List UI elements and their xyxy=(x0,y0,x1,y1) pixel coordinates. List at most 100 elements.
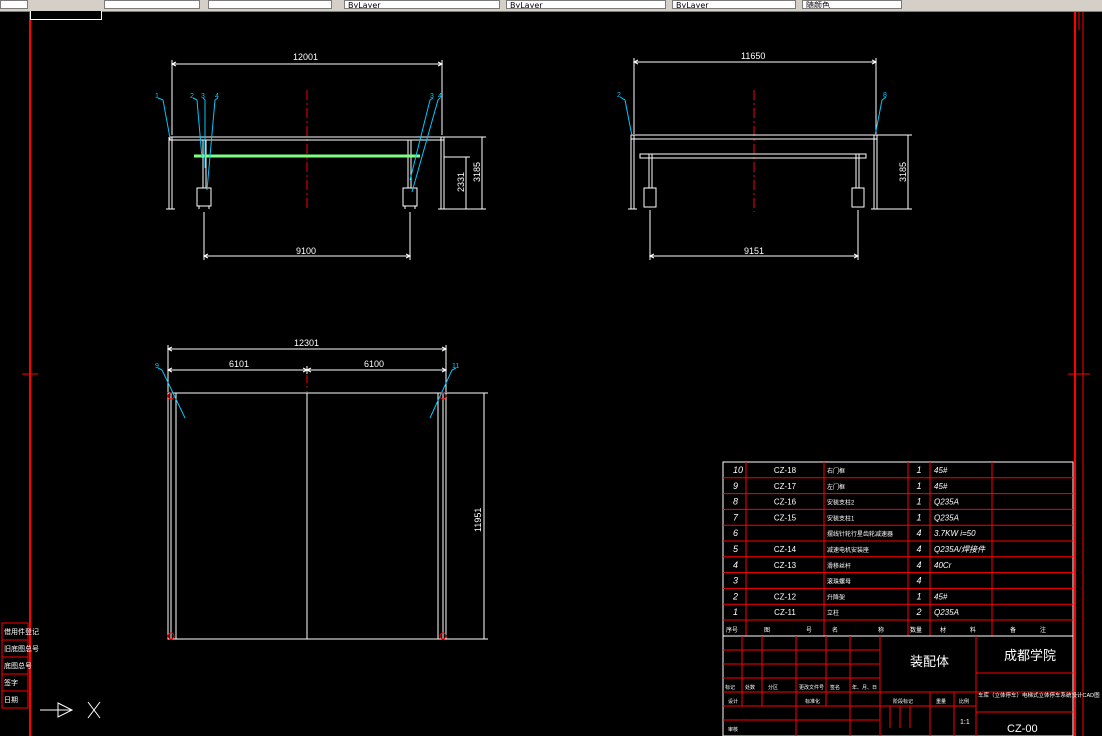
bom-header-cell: 序号 xyxy=(726,626,738,634)
front-view-leaders xyxy=(157,97,441,193)
bom-cell-name: 滚珠螺母 xyxy=(827,578,851,586)
bom-rows: 10 CZ-18 右门框 1 45# 9 CZ-17 左门框 1 45# 8 CZ-16 安装支柱2 1 Q… xyxy=(726,465,1046,634)
bom-cell-material: 40Cr xyxy=(934,561,952,570)
bom-header-cell: 称 xyxy=(878,626,884,634)
plan-view[interactable] xyxy=(166,345,488,640)
toolbar-lineweight-field[interactable]: ByLayer xyxy=(672,0,796,9)
tb-label-weight: 重量 xyxy=(936,698,946,705)
bom-header-cell: 数量 xyxy=(910,626,922,634)
bom-cell-code: CZ-15 xyxy=(774,513,797,522)
bom-cell-name: 安装支柱2 xyxy=(827,499,855,507)
title-drawing-name: 装配体 xyxy=(910,654,949,669)
bom-cell-code: CZ-11 xyxy=(774,608,796,617)
bom-cell-code: CZ-12 xyxy=(774,592,797,601)
tb-label-date: 年、月、日 xyxy=(852,684,877,691)
bom-header-cell: 备 xyxy=(1010,626,1016,634)
bom-cell-qty: 4 xyxy=(916,528,921,538)
side-dim-span: 9151 xyxy=(744,246,764,256)
left-strip-label-0: 借用件登记 xyxy=(4,627,39,636)
balloon-side-8: 8 xyxy=(883,92,887,99)
toolbar-field-0[interactable] xyxy=(0,0,28,9)
front-dim-height-beam: 2331 xyxy=(456,172,466,192)
model-tab-outline[interactable] xyxy=(30,11,102,20)
front-dim-height-total: 3185 xyxy=(472,162,482,182)
bom-cell-name: 摆线针轮行星齿轮减速器 xyxy=(827,530,893,538)
bom-cell-no: 9 xyxy=(733,481,738,491)
balloon-front-4: 4 xyxy=(215,93,219,100)
tb-label-design: 设计 xyxy=(728,698,738,705)
bom-header-cell: 材 xyxy=(940,626,946,634)
tb-label-stage-mark: 阶段标记 xyxy=(893,698,913,705)
bom-cell-name: 升降架 xyxy=(827,593,845,601)
bom-cell-name: 滑移丝杆 xyxy=(827,562,851,570)
bom-cell-name: 减速电机安装座 xyxy=(827,546,869,554)
balloon-plan-9: 9 xyxy=(155,363,159,370)
left-strip-label-4: 日期 xyxy=(4,696,18,704)
balloon-front-3: 3 xyxy=(201,93,205,100)
bom-cell-material: 45# xyxy=(934,482,948,491)
front-dim-span: 9100 xyxy=(296,246,316,256)
bom-cell-material: Q235A/焊接件 xyxy=(934,545,986,554)
toolbar-field-1[interactable] xyxy=(104,0,200,9)
bom-cell-no: 7 xyxy=(733,512,739,522)
bom-header-cell: 号 xyxy=(806,627,812,634)
bom-cell-name: 左门框 xyxy=(827,483,845,491)
tb-label-standard: 标准化 xyxy=(805,698,820,705)
plan-dim-right-half: 6100 xyxy=(364,359,384,369)
balloon-front-2: 2 xyxy=(190,93,194,100)
bom-cell-material: Q235A xyxy=(934,513,959,522)
bom-header-cell: 料 xyxy=(970,626,976,634)
bom-header-cell: 注 xyxy=(1040,626,1046,634)
bom-cell-code: CZ-13 xyxy=(774,561,797,570)
bom-cell-qty: 1 xyxy=(916,465,921,475)
properties-toolbar: ByLayer ByLayer ByLayer 随颜色 xyxy=(0,0,1102,12)
balloon-front-3b: 3 xyxy=(430,93,434,100)
bom-cell-code: CZ-17 xyxy=(774,482,797,491)
balloon-front-4b: 4 xyxy=(438,93,442,100)
cad-drawing-canvas[interactable]: 借用件登记 旧底图总号 底图总号 签字 日期 12001 9100 3185 2… xyxy=(0,0,1102,736)
side-view[interactable] xyxy=(628,58,912,260)
plan-dim-overall: 12301 xyxy=(294,338,319,348)
bom-cell-qty: 4 xyxy=(916,576,921,586)
toolbar-field-2[interactable] xyxy=(208,0,332,9)
left-strip-label-2: 底图总号 xyxy=(4,661,32,670)
front-view[interactable] xyxy=(166,60,486,260)
bom-cell-material: 45# xyxy=(934,592,948,601)
tb-label-review: 审核 xyxy=(728,726,738,733)
bom-cell-no: 4 xyxy=(733,560,738,570)
tb-label-sign: 签名 xyxy=(830,684,840,691)
ucs-icon xyxy=(40,701,101,719)
title-scale: 1:1 xyxy=(960,719,970,726)
tb-label-ratio: 比例 xyxy=(959,698,969,705)
title-subtitle: 车库（立体停车）电梯式立体停车系统设计CAD图 xyxy=(978,691,1100,699)
bom-cell-qty: 4 xyxy=(916,544,921,554)
bom-cell-material: Q235A xyxy=(934,608,959,617)
bom-cell-no: 5 xyxy=(733,544,739,554)
bom-cell-no: 3 xyxy=(733,576,738,586)
bom-cell-qty: 1 xyxy=(916,591,921,601)
balloon-front-1: 1 xyxy=(155,93,159,100)
bom-cell-qty: 4 xyxy=(916,560,921,570)
bom-cell-qty: 1 xyxy=(916,481,921,491)
bom-cell-material: 45# xyxy=(934,466,948,475)
side-dim-height: 3185 xyxy=(898,162,908,182)
bom-cell-qty: 2 xyxy=(915,607,921,617)
bom-cell-code: CZ-14 xyxy=(774,545,797,554)
toolbar-color-field[interactable]: ByLayer xyxy=(344,0,500,9)
toolbar-plotstyle-field[interactable]: 随颜色 xyxy=(802,0,902,9)
title-school: 成都学院 xyxy=(1004,648,1056,663)
tb-label-count: 处数 xyxy=(745,684,755,691)
bom-cell-code: CZ-16 xyxy=(774,498,797,507)
bom-header-cell: 名 xyxy=(832,626,838,634)
front-dim-overall: 12001 xyxy=(293,52,318,62)
bom-cell-code: CZ-18 xyxy=(774,466,797,475)
bom-cell-qty: 1 xyxy=(916,497,921,507)
toolbar-linetype-field[interactable]: ByLayer xyxy=(506,0,666,9)
bom-cell-name: 右门框 xyxy=(827,467,845,475)
side-dim-overall: 11650 xyxy=(741,51,765,61)
bom-cell-no: 1 xyxy=(733,607,738,617)
plan-dim-depth: 11951 xyxy=(473,508,483,532)
side-view-leaders xyxy=(619,96,887,137)
title-drawing-number: CZ-00 xyxy=(1007,723,1038,735)
plan-dim-left-half: 6101 xyxy=(229,359,249,369)
